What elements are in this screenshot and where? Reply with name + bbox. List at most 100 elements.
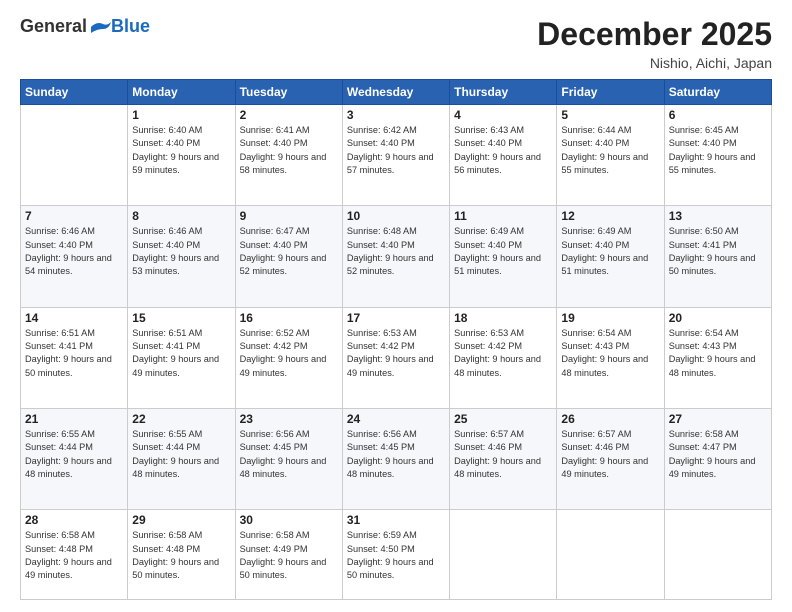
day-number: 28: [25, 513, 123, 527]
logo-text: General Blue: [20, 16, 150, 37]
cell-details: Sunrise: 6:48 AMSunset: 4:40 PMDaylight:…: [347, 225, 445, 278]
cell-details: Sunrise: 6:53 AMSunset: 4:42 PMDaylight:…: [347, 327, 445, 380]
day-number: 1: [132, 108, 230, 122]
cell-details: Sunrise: 6:57 AMSunset: 4:46 PMDaylight:…: [454, 428, 552, 481]
calendar-cell: 27Sunrise: 6:58 AMSunset: 4:47 PMDayligh…: [664, 408, 771, 509]
col-header-friday: Friday: [557, 80, 664, 105]
cell-details: Sunrise: 6:55 AMSunset: 4:44 PMDaylight:…: [132, 428, 230, 481]
day-number: 25: [454, 412, 552, 426]
cell-details: Sunrise: 6:53 AMSunset: 4:42 PMDaylight:…: [454, 327, 552, 380]
day-number: 10: [347, 209, 445, 223]
day-number: 26: [561, 412, 659, 426]
cell-details: Sunrise: 6:49 AMSunset: 4:40 PMDaylight:…: [561, 225, 659, 278]
calendar-cell: 30Sunrise: 6:58 AMSunset: 4:49 PMDayligh…: [235, 510, 342, 600]
calendar-cell: [557, 510, 664, 600]
cell-details: Sunrise: 6:52 AMSunset: 4:42 PMDaylight:…: [240, 327, 338, 380]
cell-details: Sunrise: 6:42 AMSunset: 4:40 PMDaylight:…: [347, 124, 445, 177]
col-header-monday: Monday: [128, 80, 235, 105]
calendar-cell: 16 Sunrise: 6:52 AMSunset: 4:42 PMDayligh…: [235, 307, 342, 408]
day-number: 8: [132, 209, 230, 223]
calendar-cell: 25 Sunrise: 6:57 AMSunset: 4:46 PMDayligh…: [450, 408, 557, 509]
calendar-cell: 22 Sunrise: 6:55 AMSunset: 4:44 PMDayligh…: [128, 408, 235, 509]
week-row-4: 21 Sunrise: 6:55 AMSunset: 4:44 PMDayligh…: [21, 408, 772, 509]
cell-details: Sunrise: 6:40 AMSunset: 4:40 PMDaylight:…: [132, 124, 230, 177]
calendar-cell: 28Sunrise: 6:58 AMSunset: 4:48 PMDayligh…: [21, 510, 128, 600]
cell-details: Sunrise: 6:56 AMSunset: 4:45 PMDaylight:…: [240, 428, 338, 481]
calendar-cell: 24 Sunrise: 6:56 AMSunset: 4:45 PMDayligh…: [342, 408, 449, 509]
calendar-cell: 6 Sunrise: 6:45 AMSunset: 4:40 PMDaylight…: [664, 105, 771, 206]
calendar-cell: 31 Sunrise: 6:59 AMSunset: 4:50 PMDayligh…: [342, 510, 449, 600]
day-number: 18: [454, 311, 552, 325]
calendar-cell: 15 Sunrise: 6:51 AMSunset: 4:41 PMDayligh…: [128, 307, 235, 408]
cell-details: Sunrise: 6:46 AMSunset: 4:40 PMDaylight:…: [25, 225, 123, 278]
cell-details: Sunrise: 6:56 AMSunset: 4:45 PMDaylight:…: [347, 428, 445, 481]
col-header-wednesday: Wednesday: [342, 80, 449, 105]
cell-details: Sunrise: 6:51 AMSunset: 4:41 PMDaylight:…: [132, 327, 230, 380]
calendar-cell: 12 Sunrise: 6:49 AMSunset: 4:40 PMDayligh…: [557, 206, 664, 307]
day-number: 3: [347, 108, 445, 122]
cell-details: Sunrise: 6:54 AMSunset: 4:43 PMDaylight:…: [669, 327, 767, 380]
cell-details: Sunrise: 6:45 AMSunset: 4:40 PMDaylight:…: [669, 124, 767, 177]
week-row-1: 1 Sunrise: 6:40 AMSunset: 4:40 PMDaylight…: [21, 105, 772, 206]
calendar-cell: 20 Sunrise: 6:54 AMSunset: 4:43 PMDayligh…: [664, 307, 771, 408]
week-row-3: 14Sunrise: 6:51 AMSunset: 4:41 PMDayligh…: [21, 307, 772, 408]
week-row-5: 28Sunrise: 6:58 AMSunset: 4:48 PMDayligh…: [21, 510, 772, 600]
calendar-cell: 9Sunrise: 6:47 AMSunset: 4:40 PMDaylight…: [235, 206, 342, 307]
calendar-cell: 17Sunrise: 6:53 AMSunset: 4:42 PMDayligh…: [342, 307, 449, 408]
calendar-cell: [664, 510, 771, 600]
day-number: 2: [240, 108, 338, 122]
calendar: SundayMondayTuesdayWednesdayThursdayFrid…: [20, 79, 772, 600]
cell-details: Sunrise: 6:41 AMSunset: 4:40 PMDaylight:…: [240, 124, 338, 177]
page: General Blue December 2025 Nishio, Aichi…: [0, 0, 792, 612]
calendar-cell: 29Sunrise: 6:58 AMSunset: 4:48 PMDayligh…: [128, 510, 235, 600]
day-number: 29: [132, 513, 230, 527]
day-number: 5: [561, 108, 659, 122]
day-number: 21: [25, 412, 123, 426]
calendar-cell: 1 Sunrise: 6:40 AMSunset: 4:40 PMDaylight…: [128, 105, 235, 206]
day-number: 22: [132, 412, 230, 426]
cell-details: Sunrise: 6:51 AMSunset: 4:41 PMDaylight:…: [25, 327, 123, 380]
col-header-tuesday: Tuesday: [235, 80, 342, 105]
logo-bird-icon: [89, 19, 111, 35]
col-header-saturday: Saturday: [664, 80, 771, 105]
day-number: 31: [347, 513, 445, 527]
cell-details: Sunrise: 6:43 AMSunset: 4:40 PMDaylight:…: [454, 124, 552, 177]
calendar-cell: 19Sunrise: 6:54 AMSunset: 4:43 PMDayligh…: [557, 307, 664, 408]
calendar-cell: 26Sunrise: 6:57 AMSunset: 4:46 PMDayligh…: [557, 408, 664, 509]
cell-details: Sunrise: 6:50 AMSunset: 4:41 PMDaylight:…: [669, 225, 767, 278]
day-number: 24: [347, 412, 445, 426]
logo: General Blue: [20, 16, 150, 37]
day-number: 23: [240, 412, 338, 426]
cell-details: Sunrise: 6:49 AMSunset: 4:40 PMDaylight:…: [454, 225, 552, 278]
calendar-cell: [450, 510, 557, 600]
col-header-sunday: Sunday: [21, 80, 128, 105]
cell-details: Sunrise: 6:47 AMSunset: 4:40 PMDaylight:…: [240, 225, 338, 278]
day-number: 16: [240, 311, 338, 325]
header: General Blue December 2025 Nishio, Aichi…: [20, 16, 772, 71]
logo-general: General: [20, 16, 87, 37]
cell-details: Sunrise: 6:59 AMSunset: 4:50 PMDaylight:…: [347, 529, 445, 582]
calendar-cell: 3 Sunrise: 6:42 AMSunset: 4:40 PMDaylight…: [342, 105, 449, 206]
day-number: 12: [561, 209, 659, 223]
calendar-cell: [21, 105, 128, 206]
day-number: 30: [240, 513, 338, 527]
month-title: December 2025: [537, 16, 772, 53]
day-number: 4: [454, 108, 552, 122]
calendar-cell: 14Sunrise: 6:51 AMSunset: 4:41 PMDayligh…: [21, 307, 128, 408]
cell-details: Sunrise: 6:55 AMSunset: 4:44 PMDaylight:…: [25, 428, 123, 481]
day-number: 11: [454, 209, 552, 223]
day-number: 13: [669, 209, 767, 223]
calendar-header-row: SundayMondayTuesdayWednesdayThursdayFrid…: [21, 80, 772, 105]
day-number: 6: [669, 108, 767, 122]
week-row-2: 7 Sunrise: 6:46 AMSunset: 4:40 PMDaylight…: [21, 206, 772, 307]
day-number: 19: [561, 311, 659, 325]
calendar-cell: 18 Sunrise: 6:53 AMSunset: 4:42 PMDayligh…: [450, 307, 557, 408]
day-number: 20: [669, 311, 767, 325]
day-number: 15: [132, 311, 230, 325]
calendar-cell: 7 Sunrise: 6:46 AMSunset: 4:40 PMDaylight…: [21, 206, 128, 307]
cell-details: Sunrise: 6:46 AMSunset: 4:40 PMDaylight:…: [132, 225, 230, 278]
calendar-cell: 11 Sunrise: 6:49 AMSunset: 4:40 PMDayligh…: [450, 206, 557, 307]
day-number: 27: [669, 412, 767, 426]
day-number: 7: [25, 209, 123, 223]
calendar-cell: 13 Sunrise: 6:50 AMSunset: 4:41 PMDayligh…: [664, 206, 771, 307]
